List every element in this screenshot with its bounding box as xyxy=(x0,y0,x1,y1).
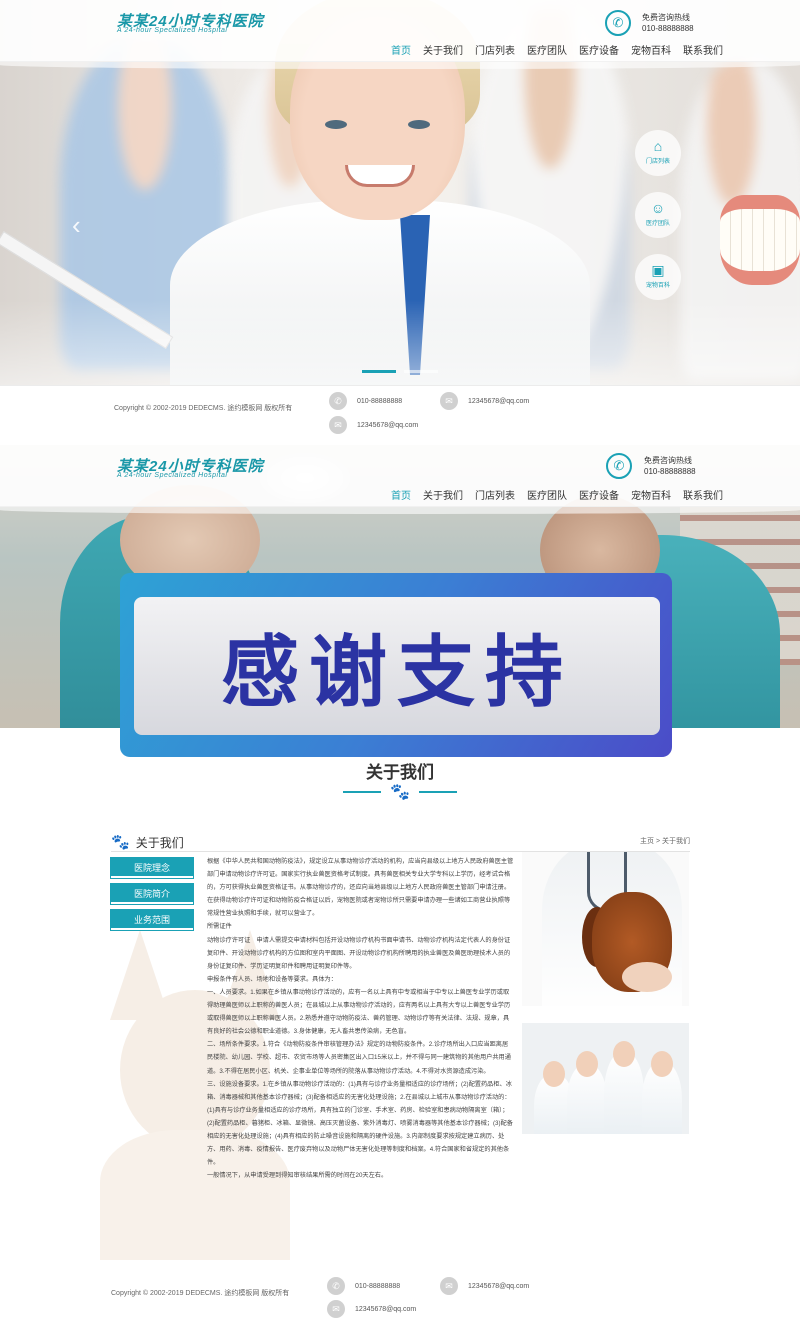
nav-equipment[interactable]: 医疗设备 xyxy=(579,487,619,502)
nav-encyclopedia[interactable]: 宠物百科 xyxy=(631,42,671,57)
mail-icon: ✉ xyxy=(327,1300,345,1318)
vet-hand xyxy=(622,962,672,992)
divider xyxy=(419,791,457,793)
copyright-text: Copyright © 2002-2019 DEDECMS. 途约模板网 版权所… xyxy=(114,405,293,412)
mail-icon: ✉ xyxy=(329,416,347,434)
nav-stores[interactable]: 门店列表 xyxy=(475,42,515,57)
side-item-encyclopedia[interactable]: ▣ 宠物百科 xyxy=(635,254,681,300)
doctor-eye xyxy=(408,120,430,129)
footer-qq: ✉ 12345678@qq.com xyxy=(440,1277,529,1295)
footer-qq-text: 12345678@qq.com xyxy=(468,397,530,405)
sidebar-item-business-scope[interactable]: 业务范围 xyxy=(110,909,194,931)
footer-phone-text: 010-88888888 xyxy=(357,397,403,405)
article-paragraph: 二、场所条件要求。1.符合《动物防疫条件审核管理办法》规定的动物防疫条件。2.诊… xyxy=(207,1041,511,1075)
article-paragraph: 在获得动物诊疗许可证和动物防疫合格证以后，宠物医院或者宠物诊所只需要申请办理一些… xyxy=(207,897,511,918)
paw-icon: 🐾 xyxy=(111,834,130,851)
logo-subtitle: A 24-hour Specialized Hospital xyxy=(117,27,228,34)
footer-1: Copyright © 2002-2019 DEDECMS. 途约模板网 版权所… xyxy=(0,385,800,445)
nav-about[interactable]: 关于我们 xyxy=(423,487,463,502)
side-item-team[interactable]: ☺ 医疗团队 xyxy=(635,192,681,238)
article-paragraph: 三、设施设备要求。1.在乡镇从事动物诊疗活动的：(1)具有与诊疗业务量相适应的诊… xyxy=(207,1080,513,1167)
article-paragraph: 所需证件 xyxy=(207,923,232,931)
thanks-banner-panel: 感谢支持 xyxy=(134,597,660,735)
article-paragraph: 一般情况下，从申请受理到得知审核结果所需的时间在20天左右。 xyxy=(207,1172,388,1180)
team-member-face xyxy=(613,1041,635,1067)
nav-home[interactable]: 首页 xyxy=(391,42,411,57)
hotline-number: 010-88888888 xyxy=(644,467,696,476)
phone-icon: ✆ xyxy=(605,10,631,36)
side-item-label: 宠物百科 xyxy=(645,283,670,289)
footer-phone: ✆ 010-88888888 xyxy=(327,1277,400,1295)
team-member-face xyxy=(576,1051,598,1077)
footer-2: Copyright © 2002-2019 DEDECMS. 途约模板网 版权所… xyxy=(0,1272,800,1333)
divider xyxy=(343,791,381,793)
home-icon: ⌂ xyxy=(653,138,663,154)
phone-icon: ✆ xyxy=(327,1277,345,1295)
copyright-text: Copyright © 2002-2019 DEDECMS. 途约模板网 版权所… xyxy=(111,1290,290,1297)
nav-contact[interactable]: 联系我们 xyxy=(683,42,723,57)
slider-dot[interactable] xyxy=(404,370,438,373)
thanks-text: 感谢支持 xyxy=(220,628,573,718)
doctor-eye xyxy=(325,120,347,129)
vet-with-dog-photo xyxy=(522,852,689,1006)
encyclopedia-icon: ▣ xyxy=(651,262,665,278)
side-item-stores[interactable]: ⌂ 门店列表 xyxy=(635,130,681,176)
team-icon: ☺ xyxy=(650,200,666,216)
nav-stores[interactable]: 门店列表 xyxy=(475,487,515,502)
sidebar-item-introduction[interactable]: 医院简介 xyxy=(110,883,194,905)
about-sidebar: 医院理念 医院简介 业务范围 xyxy=(110,857,194,936)
footer-email: ✉ 12345678@qq.com xyxy=(327,1300,416,1318)
side-item-label: 医疗团队 xyxy=(645,221,670,227)
side-quick-nav: ⌂ 门店列表 ☺ 医疗团队 ▣ 宠物百科 xyxy=(635,130,681,316)
nav-team[interactable]: 医疗团队 xyxy=(527,487,567,502)
thanks-banner: 感谢支持 xyxy=(120,573,672,757)
footer-email: ✉ 12345678@qq.com xyxy=(329,416,418,434)
phone-icon: ✆ xyxy=(329,392,347,410)
logo-subtitle: A 24-hour Specialized Hospital xyxy=(117,472,228,479)
paw-icon: 🐾 xyxy=(390,784,410,801)
about-heading: 🐾 关于我们 xyxy=(111,833,184,851)
article-paragraph: 申报条件有人员、场地和设备等要求。具体为： xyxy=(207,975,337,983)
breadcrumb[interactable]: 主页 > 关于我们 xyxy=(600,836,690,846)
phone-icon: ✆ xyxy=(606,453,632,479)
article-paragraph: 一、人员要求。1.如果在乡镇从事动物诊疗活动的，应有一名以上具有中专或相当于中专… xyxy=(207,988,511,1036)
nav-home[interactable]: 首页 xyxy=(391,487,411,502)
footer-qq: ✉ 12345678@qq.com xyxy=(440,392,529,410)
hotline-label: 免费咨询热线 xyxy=(644,456,692,465)
slider-pagination xyxy=(0,370,800,373)
nav-about[interactable]: 关于我们 xyxy=(423,42,463,57)
footer-email-text[interactable]: 12345678@qq.com xyxy=(355,1306,416,1313)
hotline-number: 010-88888888 xyxy=(642,24,694,33)
about-article: 根据《中华人民共和国动物防疫法》，规定设立从事动物诊疗活动的机构，应当向县级以上… xyxy=(207,855,514,1182)
article-paragraph: 根据《中华人民共和国动物防疫法》，规定设立从事动物诊疗活动的机构，应当向县级以上… xyxy=(207,858,514,892)
footer-phone-text: 010-88888888 xyxy=(355,1282,401,1290)
article-paragraph: 动物诊疗许可证 申请人需提交申请材料包括开设动物诊疗机构书面申请书、动物诊疗机构… xyxy=(207,936,511,970)
qq-icon: ✉ xyxy=(440,392,458,410)
about-heading-text: 关于我们 xyxy=(135,835,184,850)
side-item-label: 门店列表 xyxy=(645,159,670,165)
slider-dot[interactable] xyxy=(362,370,396,373)
footer-email-text[interactable]: 12345678@qq.com xyxy=(357,422,418,429)
footer-qq-text: 12345678@qq.com xyxy=(468,1282,530,1290)
nav-team[interactable]: 医疗团队 xyxy=(527,42,567,57)
nav-encyclopedia[interactable]: 宠物百科 xyxy=(631,487,671,502)
hotline-label: 免费咨询热线 xyxy=(642,13,690,22)
nav-equipment[interactable]: 医疗设备 xyxy=(579,42,619,57)
team-member-face xyxy=(651,1051,673,1077)
main-nav-2: 首页 关于我们 门店列表 医疗团队 医疗设备 宠物百科 联系我们 xyxy=(391,487,723,502)
slider-prev-arrow[interactable]: ‹ xyxy=(72,210,81,241)
team-member-face xyxy=(543,1061,565,1087)
dental-model xyxy=(720,195,800,285)
doctor-smile xyxy=(345,165,415,187)
sidebar-item-philosophy[interactable]: 医院理念 xyxy=(110,857,194,879)
footer-phone: ✆ 010-88888888 xyxy=(329,392,402,410)
main-nav: 首页 关于我们 门店列表 医疗团队 医疗设备 宠物百科 联系我们 xyxy=(391,42,723,57)
qq-icon: ✉ xyxy=(440,1277,458,1295)
medical-team-photo xyxy=(522,1023,689,1134)
section-title-decoration: 🐾 xyxy=(343,782,457,801)
section-title: 关于我们 xyxy=(366,763,434,782)
nav-contact[interactable]: 联系我们 xyxy=(683,487,723,502)
